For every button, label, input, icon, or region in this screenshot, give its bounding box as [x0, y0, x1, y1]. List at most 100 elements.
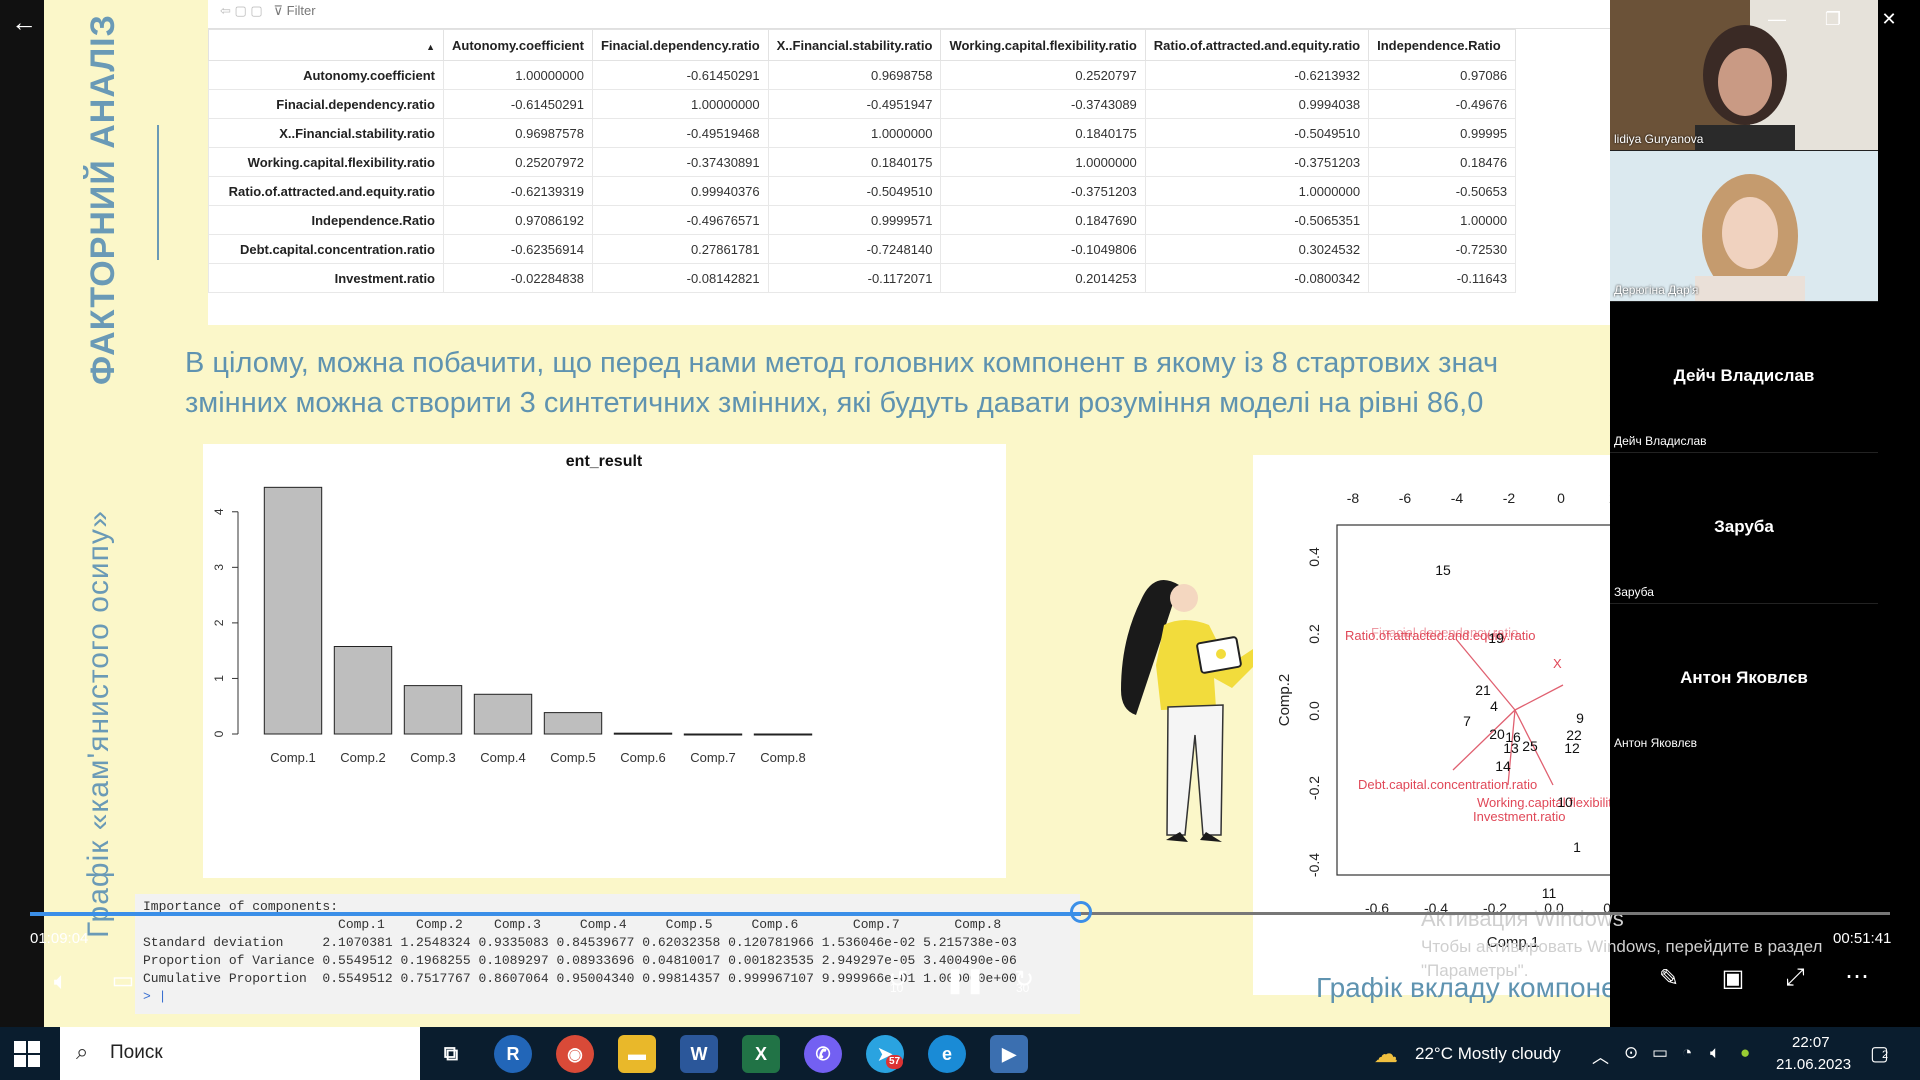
col-header[interactable]: X..Financial.stability.ratio: [767, 29, 942, 61]
loading-label: Debt.capital.concentration.ratio: [1358, 777, 1537, 792]
table-cell: 0.27861781: [591, 234, 769, 264]
show-hidden-icons[interactable]: ︿: [1592, 1043, 1609, 1068]
table-row[interactable]: X..Financial.stability.ratio 0.96987578 -0…: [208, 118, 1517, 148]
remaining-time: 00:51:41: [1833, 930, 1892, 947]
x-tick-label: Comp.1: [270, 750, 316, 765]
row-header: Autonomy.coefficient: [208, 60, 444, 90]
mini-player-icon[interactable]: ▣: [1718, 964, 1748, 993]
console-prompt[interactable]: > |: [143, 988, 1072, 1006]
windows-taskbar: ⌕ Поиск ⧉ R ◉ ▬ W X ✆ ➤ 57 e ▶ ☁ 22°C Mos…: [0, 1027, 1920, 1080]
col-header[interactable]: Finacial.dependency.ratio: [591, 29, 769, 61]
table-cell: -0.50653: [1368, 176, 1517, 206]
forward-seconds: 30: [1016, 981, 1030, 995]
table-cell: 0.2520797: [940, 60, 1146, 90]
more-options-icon[interactable]: ⋯: [1842, 962, 1872, 991]
restore-button[interactable]: ❐: [1805, 0, 1861, 38]
slide-text-line-2: змінних можна створити 3 синтетичних змі…: [185, 387, 1484, 419]
clock-date[interactable]: 21.06.2023: [1776, 1056, 1851, 1073]
r-app-icon[interactable]: R: [494, 1035, 532, 1073]
observation-label: 10: [1557, 794, 1573, 810]
chrome-icon[interactable]: ◉: [556, 1035, 594, 1073]
viber-icon[interactable]: ✆: [804, 1035, 842, 1073]
table-cell: -0.37430891: [591, 147, 769, 177]
back-arrow-icon[interactable]: ←: [8, 6, 40, 38]
participant-tile[interactable]: Антон Яковлєв Антон Яковлєв: [1610, 604, 1878, 754]
table-row[interactable]: Finacial.dependency.ratio -0.61450291 1.00…: [208, 89, 1517, 119]
weather-text[interactable]: 22°C Mostly cloudy: [1415, 1044, 1561, 1064]
observation-label: 11: [1542, 885, 1557, 901]
observation-label: 4: [1490, 698, 1498, 714]
pen-icon[interactable]: ✎: [1654, 964, 1684, 993]
forward-30-icon[interactable]: ↻ 30: [1006, 965, 1042, 995]
presentation-slide: ФАКТОРНИЙ АНАЛІЗ Графік «кам'янистого ос…: [44, 0, 1610, 1027]
col-header[interactable]: Independence.Ratio: [1368, 29, 1517, 61]
edge-icon[interactable]: e: [928, 1035, 966, 1073]
close-button[interactable]: ✕: [1861, 0, 1917, 38]
file-explorer-icon[interactable]: ▬: [618, 1035, 656, 1073]
table-row[interactable]: Autonomy.coefficient 1.00000000 -0.6145029…: [208, 60, 1517, 90]
table-row[interactable]: Investment.ratio -0.02284838 -0.08142821 -0…: [208, 263, 1517, 293]
weather-icon[interactable]: ☁: [1374, 1040, 1398, 1069]
seek-bar-progress[interactable]: [30, 912, 1081, 916]
table-row[interactable]: Working.capital.flexibility.ratio 0.25207…: [208, 147, 1517, 177]
search-icon: ⌕: [76, 1039, 89, 1064]
table-cell: 1.00000000: [443, 60, 593, 90]
rewind-seconds: 10: [890, 981, 904, 995]
table-cell: -0.5065351: [1144, 205, 1370, 235]
table-cell: 1.0000000: [940, 147, 1146, 177]
participant-tile[interactable]: Дейч Владислав Дейч Владислав: [1610, 302, 1878, 452]
clock-time[interactable]: 22:07: [1792, 1034, 1830, 1051]
observation-label: 9: [1576, 710, 1584, 726]
windows-activation-title: Активация Windows: [1421, 906, 1624, 931]
video-player-icon[interactable]: ▶: [990, 1035, 1028, 1073]
taskbar-search-box[interactable]: ⌕ Поиск: [60, 1027, 420, 1080]
wifi-icon[interactable]: ◔: [1682, 1043, 1692, 1063]
pause-icon[interactable]: ❚❚: [945, 966, 985, 995]
console-row-std: Standard deviation 2.1070381 1.2548324 0…: [143, 935, 1017, 950]
biplot-tick-label: 0.0: [1306, 701, 1322, 721]
sort-icon[interactable]: ▲: [208, 29, 444, 61]
col-header[interactable]: Ratio.of.attracted.and.equity.ratio: [1144, 29, 1370, 61]
col-header[interactable]: Autonomy.coefficient: [443, 29, 593, 61]
table-cell: -0.49676: [1368, 89, 1517, 119]
battery-icon[interactable]: ▭: [1652, 1043, 1668, 1063]
windows-start-icon[interactable]: [14, 1041, 40, 1067]
table-cell: -0.3743089: [940, 89, 1146, 119]
camera-icon[interactable]: ⊙: [1624, 1043, 1638, 1063]
y-tick-label: 4: [212, 508, 226, 515]
excel-icon[interactable]: X: [742, 1035, 780, 1073]
back-nav-icon[interactable]: ⇦ ▢ ▢: [220, 3, 263, 18]
participant-name: lidiya Guryanova: [1614, 132, 1704, 146]
table-row[interactable]: Independence.Ratio 0.97086192 -0.49676571 0…: [208, 205, 1517, 235]
y-tick-label: 2: [212, 619, 226, 626]
language-icon[interactable]: ●: [1740, 1043, 1750, 1063]
table-cell: -0.08142821: [591, 263, 769, 293]
fullscreen-icon[interactable]: ⤢: [1780, 964, 1810, 992]
table-cell: -0.0800342: [1144, 263, 1370, 293]
speaker-icon[interactable]: 🔈︎: [1710, 1043, 1720, 1063]
participant-video-tile[interactable]: Дерюгіна Дар'я: [1610, 151, 1878, 301]
task-view-icon[interactable]: ⧉: [432, 1035, 470, 1073]
captions-icon[interactable]: ▭: [108, 966, 138, 995]
scree-plot: ent_result 01234 Comp.1 Comp.2 Comp.3 Comp.…: [212, 453, 813, 765]
telegram-icon[interactable]: ➤ 57: [866, 1035, 904, 1073]
rewind-10-icon[interactable]: ↺ 10: [880, 965, 916, 995]
table-cell: -0.1049806: [940, 234, 1146, 264]
participant-tile[interactable]: Заруба Заруба: [1610, 453, 1878, 603]
filter-icon[interactable]: ⊽: [274, 3, 284, 18]
volume-icon[interactable]: 🔈︎: [46, 968, 76, 996]
table-row[interactable]: Debt.capital.concentration.ratio -0.62356…: [208, 234, 1517, 264]
minimize-button[interactable]: —: [1749, 0, 1805, 38]
col-header[interactable]: Working.capital.flexibility.ratio: [940, 29, 1146, 61]
table-cell: -0.49519468: [591, 118, 769, 148]
word-icon[interactable]: W: [680, 1035, 718, 1073]
table-cell: -0.5049510: [1144, 118, 1370, 148]
seek-bar-handle[interactable]: [1069, 901, 1092, 923]
observation-label: 25: [1522, 738, 1538, 754]
title-divider: [157, 125, 159, 260]
table-cell: 0.99940376: [591, 176, 769, 206]
filter-button[interactable]: Filter: [287, 3, 316, 18]
table-row[interactable]: Ratio.of.attracted.and.equity.ratio -0.62…: [208, 176, 1517, 206]
correlation-table-panel: ⇦ ▢ ▢ ⊽ Filter ▲ Autonomy.coefficient Fi…: [208, 0, 1610, 325]
notifications-icon[interactable]: ▢ 2: [1870, 1041, 1889, 1066]
